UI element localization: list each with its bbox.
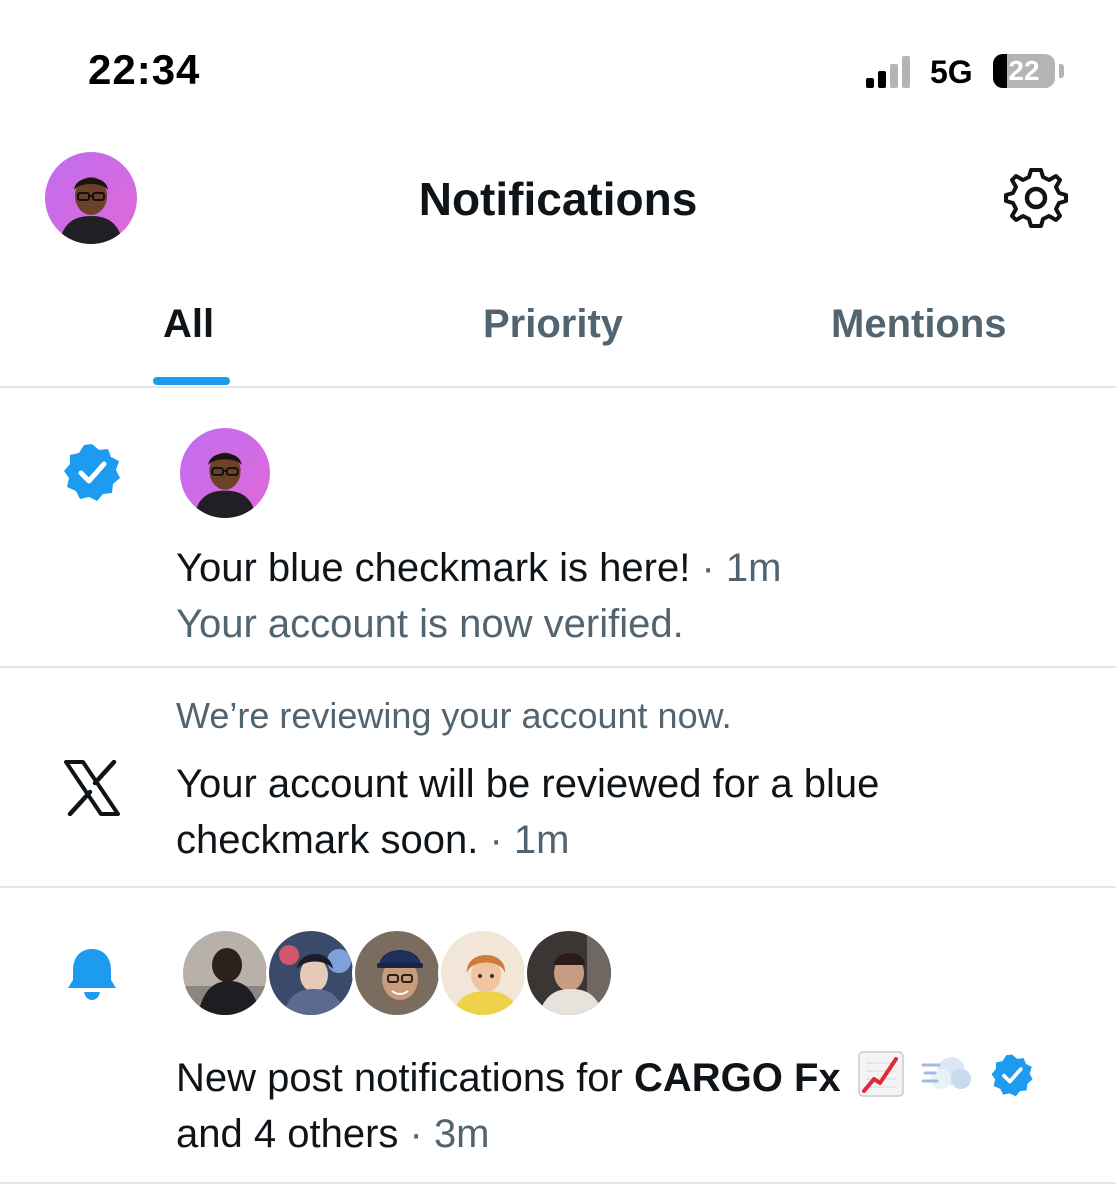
tab-mentions[interactable]: Mentions (831, 302, 1007, 347)
status-bar: 22:34 5G 22 (0, 0, 1116, 130)
avatar-photo (355, 931, 439, 1015)
verified-badge-icon (991, 1054, 1033, 1097)
avatar-illustration (269, 931, 353, 1015)
notification-body: Your blue checkmark is here! · 1m Your a… (176, 540, 1076, 652)
notification-body: Your account will be reviewed for a blue… (176, 756, 976, 868)
avatar[interactable] (524, 928, 614, 1018)
avatar[interactable] (180, 928, 270, 1018)
tab-priority[interactable]: Priority (483, 302, 623, 347)
timestamp: 1m (725, 546, 782, 590)
settings-button[interactable] (1004, 166, 1068, 230)
avatar-photo (527, 931, 611, 1015)
notification-review[interactable]: We’re reviewing your account now. Your a… (0, 668, 1116, 888)
tab-all[interactable]: All (163, 302, 214, 347)
gear-icon (1004, 168, 1068, 228)
separator: · (478, 818, 514, 862)
avatar-illustration (441, 931, 525, 1015)
page-title: Notifications (418, 173, 698, 225)
timestamp: 1m (513, 818, 570, 862)
verified-badge-icon (64, 444, 120, 501)
avatar[interactable] (352, 928, 442, 1018)
avatar[interactable] (438, 928, 528, 1018)
notification-pre-text: We’re reviewing your account now. (176, 695, 732, 736)
timestamp: 3m (433, 1112, 490, 1156)
avatar[interactable] (266, 928, 356, 1018)
signal-icon (866, 56, 910, 88)
account-name[interactable]: CARGO Fx (634, 1056, 841, 1100)
chart-increasing-emoji (858, 1051, 904, 1097)
notification-title: Your blue checkmark is here! (176, 546, 691, 590)
avatar[interactable] (180, 428, 270, 518)
avatar-stack (180, 928, 620, 1018)
avatar-photo (183, 931, 267, 1015)
bell-icon (68, 949, 116, 1000)
tab-bar: All Priority Mentions (0, 280, 1116, 388)
notification-subtitle: Your account is now verified. (176, 602, 684, 646)
separator: · (398, 1112, 434, 1156)
active-tab-indicator (153, 377, 230, 385)
network-type: 5G (930, 54, 973, 90)
notification-body: New post notifications for CARGO Fx and … (176, 1050, 1086, 1162)
notification-suffix: and 4 others (176, 1112, 399, 1156)
avatar-illustration (180, 428, 270, 518)
notification-new-posts[interactable]: New post notifications for CARGO Fx and … (0, 888, 1116, 1184)
notification-prefix: New post notifications for (176, 1056, 634, 1100)
x-logo-icon (64, 760, 120, 816)
dash-emoji (921, 1057, 971, 1089)
battery-nub (1059, 64, 1064, 78)
battery-percent: 22 (1008, 55, 1040, 86)
battery-icon: 22 (993, 54, 1055, 88)
separator: · (690, 546, 726, 590)
status-time: 22:34 (88, 46, 201, 93)
notification-verified[interactable]: Your blue checkmark is here! · 1m Your a… (0, 388, 1116, 668)
